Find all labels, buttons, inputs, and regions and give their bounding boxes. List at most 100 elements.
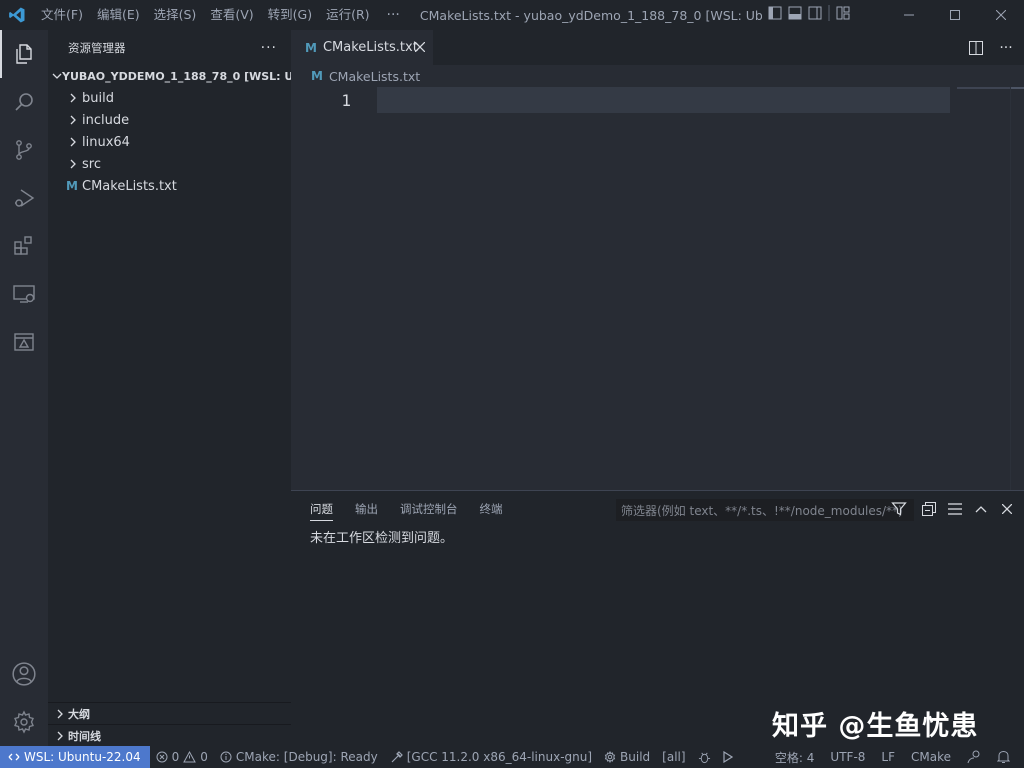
remote-indicator[interactable]: WSL: Ubuntu-22.04 bbox=[0, 746, 150, 768]
breadcrumb-file[interactable]: CMakeLists.txt bbox=[329, 69, 420, 84]
cmake-build-button[interactable]: Build bbox=[598, 746, 656, 768]
tab-label: CMakeLists.txt bbox=[322, 40, 418, 55]
menu-selection[interactable]: 选择(S) bbox=[147, 0, 204, 30]
view-as-list-icon[interactable] bbox=[944, 499, 966, 519]
explorer-icon[interactable] bbox=[0, 30, 48, 78]
tree-item-label: CMakeLists.txt bbox=[82, 178, 177, 194]
chevron-right-icon bbox=[64, 93, 82, 103]
workspace-folder-header[interactable]: YUBAO_YDDEMO_1_188_78_0 [WSL: UBU... bbox=[48, 65, 291, 87]
close-window-icon[interactable] bbox=[978, 0, 1024, 30]
tab-terminal[interactable]: 终端 bbox=[469, 491, 514, 527]
run-play-icon[interactable] bbox=[717, 746, 739, 768]
debug-bug-icon[interactable] bbox=[692, 746, 717, 768]
tree-folder-build[interactable]: build bbox=[48, 87, 291, 109]
settings-gear-icon[interactable] bbox=[0, 698, 48, 746]
activity-bar-bottom bbox=[0, 650, 48, 746]
tree-item-label: src bbox=[82, 156, 101, 172]
cmake-status[interactable]: CMake: [Debug]: Ready bbox=[214, 746, 384, 768]
remote-explorer-icon[interactable] bbox=[0, 270, 48, 318]
eol-status[interactable]: LF bbox=[873, 746, 903, 768]
no-problems-message: 未在工作区检测到问题。 bbox=[310, 531, 454, 546]
editor-area: M CMakeLists.txt ··· M CMakeLists.txt 1 bbox=[291, 30, 1024, 490]
tree-folder-linux64[interactable]: linux64 bbox=[48, 131, 291, 153]
title-bar: 文件(F) 编辑(E) 选择(S) 查看(V) 转到(G) 运行(R) ··· … bbox=[0, 0, 1024, 30]
split-editor-icon[interactable] bbox=[964, 40, 988, 55]
maximize-panel-icon[interactable] bbox=[970, 499, 992, 519]
editor-actions: ··· bbox=[964, 30, 1024, 65]
toggle-primary-sidebar-icon[interactable] bbox=[768, 6, 782, 24]
cmake-target[interactable]: [all] bbox=[656, 746, 691, 768]
close-tab-icon[interactable] bbox=[414, 40, 426, 56]
notifications-bell-icon[interactable] bbox=[989, 746, 1018, 768]
close-panel-icon[interactable] bbox=[996, 499, 1018, 519]
status-right: 空格: 4 UTF-8 LF CMake bbox=[767, 746, 1018, 768]
window-controls bbox=[886, 0, 1024, 30]
tools-icon bbox=[391, 750, 403, 762]
remote-label: WSL: Ubuntu-22.04 bbox=[24, 750, 141, 764]
minimize-icon[interactable] bbox=[886, 0, 932, 30]
gear-icon bbox=[604, 751, 616, 763]
vertical-scrollbar[interactable] bbox=[1010, 87, 1024, 490]
menu-bar: 文件(F) 编辑(E) 选择(S) 查看(V) 转到(G) 运行(R) ··· bbox=[34, 0, 410, 30]
menu-more-icon[interactable]: ··· bbox=[377, 0, 410, 30]
line-number: 1 bbox=[341, 90, 351, 110]
more-actions-icon[interactable]: ··· bbox=[994, 40, 1018, 56]
tab-output[interactable]: 输出 bbox=[344, 491, 389, 527]
indentation-status[interactable]: 空格: 4 bbox=[767, 746, 823, 768]
timeline-pane-header[interactable]: 时间线 bbox=[48, 724, 291, 746]
collapse-all-icon[interactable] bbox=[918, 499, 940, 519]
account-icon[interactable] bbox=[0, 650, 48, 698]
tree-item-label: include bbox=[82, 112, 130, 128]
search-icon[interactable] bbox=[0, 78, 48, 126]
chevron-right-icon bbox=[64, 115, 82, 125]
menu-go[interactable]: 转到(G) bbox=[261, 0, 319, 30]
activity-bar bbox=[0, 30, 48, 746]
remote-icon bbox=[8, 753, 20, 761]
menu-edit[interactable]: 编辑(E) bbox=[90, 0, 147, 30]
filter-icon[interactable] bbox=[891, 501, 907, 521]
maximize-icon[interactable] bbox=[932, 0, 978, 30]
cmake-icon[interactable] bbox=[0, 318, 48, 366]
customize-layout-icon[interactable] bbox=[836, 6, 850, 24]
tab-problems[interactable]: 问题 bbox=[299, 491, 344, 527]
problems-status[interactable]: 0 0 bbox=[150, 746, 214, 768]
cmake-status-label: CMake: [Debug]: Ready bbox=[235, 750, 378, 764]
toggle-secondary-sidebar-icon[interactable] bbox=[808, 6, 822, 24]
tree-folder-src[interactable]: src bbox=[48, 153, 291, 175]
current-line-highlight[interactable] bbox=[377, 87, 950, 113]
extensions-icon[interactable] bbox=[0, 222, 48, 270]
info-icon bbox=[220, 751, 232, 763]
separator-icon bbox=[828, 5, 830, 25]
chevron-right-icon bbox=[52, 731, 68, 741]
cmake-kit[interactable]: [GCC 11.2.0 x86_64-linux-gnu] bbox=[384, 746, 598, 768]
encoding-status[interactable]: UTF-8 bbox=[822, 746, 873, 768]
language-mode[interactable]: CMake bbox=[903, 746, 959, 768]
tree-file-cmakelists[interactable]: M CMakeLists.txt bbox=[48, 175, 291, 197]
tab-debug-console[interactable]: 调试控制台 bbox=[389, 491, 469, 527]
error-icon bbox=[156, 751, 168, 763]
cmake-kit-label: [GCC 11.2.0 x86_64-linux-gnu] bbox=[406, 750, 593, 764]
layout-controls bbox=[768, 5, 850, 25]
toggle-panel-icon[interactable] bbox=[788, 6, 802, 24]
editor-tab-cmakelists[interactable]: M CMakeLists.txt bbox=[291, 30, 433, 65]
tree-item-label: linux64 bbox=[82, 134, 130, 150]
sidebar-header: 资源管理器 ··· bbox=[48, 30, 291, 65]
problems-filter-input[interactable]: 筛选器(例如 text、**/*.ts、!**/node_modules/**) bbox=[616, 499, 914, 521]
panel-tabs: 问题 输出 调试控制台 终端 bbox=[299, 491, 514, 527]
run-debug-icon[interactable] bbox=[0, 174, 48, 222]
tree-folder-include[interactable]: include bbox=[48, 109, 291, 131]
editor-tab-bar: M CMakeLists.txt ··· bbox=[291, 30, 1024, 65]
outline-pane-header[interactable]: 大纲 bbox=[48, 702, 291, 724]
warning-count: 0 bbox=[200, 750, 208, 764]
cmake-file-icon: M bbox=[66, 179, 78, 193]
menu-run[interactable]: 运行(R) bbox=[319, 0, 376, 30]
error-count: 0 bbox=[171, 750, 180, 764]
menu-view[interactable]: 查看(V) bbox=[203, 0, 260, 30]
sidebar-more-icon[interactable]: ··· bbox=[261, 40, 277, 56]
menu-file[interactable]: 文件(F) bbox=[34, 0, 90, 30]
code-editor[interactable]: 1 bbox=[291, 87, 1024, 490]
feedback-icon[interactable] bbox=[959, 746, 989, 768]
vscode-logo-icon bbox=[0, 0, 34, 30]
source-control-icon[interactable] bbox=[0, 126, 48, 174]
minimap[interactable] bbox=[957, 87, 1010, 89]
